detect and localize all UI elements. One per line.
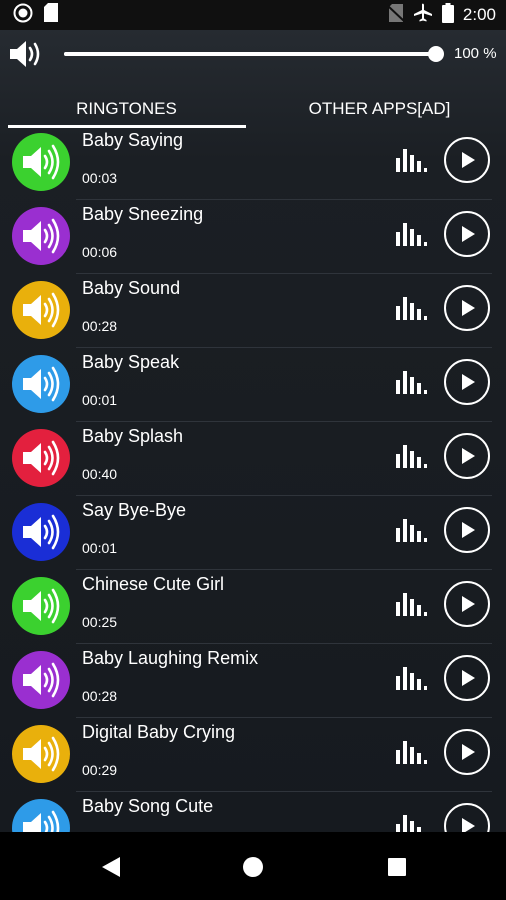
volume-slider[interactable] xyxy=(64,46,444,62)
ringtone-speaker-icon xyxy=(12,503,70,561)
equalizer-icon[interactable] xyxy=(396,664,428,695)
ringtone-row[interactable]: Digital Baby Crying 00:29 xyxy=(0,718,506,792)
equalizer-icon[interactable] xyxy=(396,590,428,621)
no-sim-icon xyxy=(387,3,405,27)
ringtone-speaker-icon xyxy=(12,207,70,265)
ringtone-row[interactable]: Baby Laughing Remix 00:28 xyxy=(0,644,506,718)
ringtone-row[interactable]: Baby Sneezing 00:06 xyxy=(0,200,506,274)
speaker-icon[interactable] xyxy=(8,39,46,74)
ringtone-duration: 00:29 xyxy=(82,762,118,778)
ringtone-list[interactable]: Baby Saying 00:03 Baby Sneezing 00:06 Baby S… xyxy=(0,128,506,832)
record-icon xyxy=(13,3,33,28)
equalizer-icon[interactable] xyxy=(396,146,428,177)
status-bar: 2:00 xyxy=(0,0,506,30)
tab-ringtones[interactable]: RINGTONES xyxy=(0,88,253,130)
ringtone-speaker-icon xyxy=(12,281,70,339)
play-button[interactable] xyxy=(444,285,490,331)
ringtone-duration: 00:06 xyxy=(82,244,118,260)
equalizer-icon[interactable] xyxy=(396,368,428,399)
ringtone-speaker-icon xyxy=(12,799,70,832)
ringtone-title: Digital Baby Crying xyxy=(82,722,236,742)
equalizer-icon[interactable] xyxy=(396,442,428,473)
battery-icon xyxy=(441,2,454,28)
ringtone-row[interactable]: Say Bye-Bye 00:01 xyxy=(0,496,506,570)
ringtone-speaker-icon xyxy=(12,355,70,413)
volume-thumb[interactable] xyxy=(428,46,444,62)
ringtone-row[interactable]: Baby Saying 00:03 xyxy=(0,128,506,200)
ringtone-duration: 00:28 xyxy=(82,688,118,704)
ringtone-duration: 00:25 xyxy=(82,614,118,630)
play-button[interactable] xyxy=(444,729,490,775)
ringtone-row[interactable]: Baby Song Cute xyxy=(0,792,506,832)
ringtone-row[interactable]: Chinese Cute Girl 00:25 xyxy=(0,570,506,644)
clock: 2:00 xyxy=(462,5,496,24)
play-button[interactable] xyxy=(444,581,490,627)
ringtone-row[interactable]: Baby Speak 00:01 xyxy=(0,348,506,422)
tab-other-apps[interactable]: OTHER APPS[AD] xyxy=(253,88,506,130)
home-icon[interactable] xyxy=(240,854,266,880)
ringtone-duration: 00:01 xyxy=(82,540,118,556)
ringtone-title: Baby Sound xyxy=(82,278,181,298)
ringtone-title: Say Bye-Bye xyxy=(82,500,187,520)
play-button[interactable] xyxy=(444,211,490,257)
equalizer-icon[interactable] xyxy=(396,220,428,251)
equalizer-icon[interactable] xyxy=(396,738,428,769)
equalizer-icon[interactable] xyxy=(396,812,428,832)
app-content: 100 % RINGTONES OTHER APPS[AD] Baby Sayi… xyxy=(0,30,506,832)
ringtone-speaker-icon xyxy=(12,577,70,635)
equalizer-icon[interactable] xyxy=(396,516,428,547)
airplane-icon xyxy=(413,3,433,28)
play-button[interactable] xyxy=(444,433,490,479)
ringtone-duration: 00:40 xyxy=(82,466,118,482)
equalizer-icon[interactable] xyxy=(396,294,428,325)
ringtone-title: Baby Song Cute xyxy=(82,796,214,816)
ringtone-title: Baby Laughing Remix xyxy=(82,648,259,668)
ringtone-title: Chinese Cute Girl xyxy=(82,574,225,594)
ringtone-title: Baby Sneezing xyxy=(82,204,204,224)
ringtone-speaker-icon xyxy=(12,725,70,783)
volume-percent: 100 % xyxy=(454,45,497,62)
volume-fill xyxy=(64,52,436,56)
ringtone-duration: 00:01 xyxy=(82,392,118,408)
ringtone-duration: 00:28 xyxy=(82,318,118,334)
ringtone-title: Baby Speak xyxy=(82,352,180,372)
play-button[interactable] xyxy=(444,359,490,405)
play-button[interactable] xyxy=(444,803,490,832)
sd-card-icon xyxy=(43,3,59,27)
ringtone-row[interactable]: Baby Splash 00:40 xyxy=(0,422,506,496)
tab-bar: RINGTONES OTHER APPS[AD] xyxy=(0,88,506,130)
ringtone-duration: 00:03 xyxy=(82,170,118,186)
recents-icon[interactable] xyxy=(384,854,410,880)
navigation-bar xyxy=(0,832,506,900)
play-button[interactable] xyxy=(444,655,490,701)
ringtone-speaker-icon xyxy=(12,651,70,709)
ringtone-row[interactable]: Baby Sound 00:28 xyxy=(0,274,506,348)
volume-control: 100 % xyxy=(0,30,506,80)
ringtone-title: Baby Splash xyxy=(82,426,184,446)
play-button[interactable] xyxy=(444,137,490,183)
ringtone-title: Baby Saying xyxy=(82,130,184,150)
ringtone-speaker-icon xyxy=(12,133,70,191)
ringtone-speaker-icon xyxy=(12,429,70,487)
back-icon[interactable] xyxy=(98,854,124,880)
play-button[interactable] xyxy=(444,507,490,553)
